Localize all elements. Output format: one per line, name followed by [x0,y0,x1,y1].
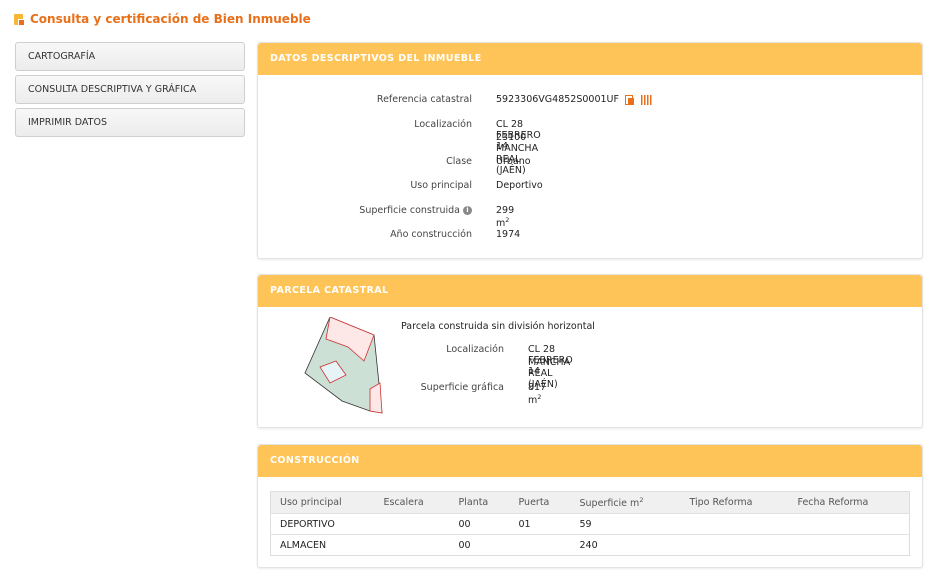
datos-descriptivos-panel: DATOS DESCRIPTIVOS DEL INMUEBLE Referenc… [257,42,923,259]
table-cell: 01 [509,513,571,535]
column-header-superficie-sup: 2 [639,495,644,504]
parcela-superficie-unit-sup: 2 [537,393,542,401]
column-header-planta: Planta [449,491,510,514]
table-header-row: Uso principal Escalera Planta Puerta Sup… [270,491,910,514]
localizacion-label: Localización [414,119,472,130]
sidebar-item-cartografia[interactable]: CARTOGRAFÍA [15,42,245,71]
superficie-construida-label: Superficie construida [359,205,460,216]
column-header-puerta: Puerta [509,491,571,514]
datos-descriptivos-header: DATOS DESCRIPTIVOS DEL INMUEBLE [258,43,922,75]
column-header-tipo-reforma: Tipo Reforma [680,491,789,514]
parcela-descripcion: Parcela construida sin división horizont… [401,321,595,332]
table-cell [680,534,789,556]
barcode-icon[interactable] [641,94,654,105]
copy-icon[interactable] [625,94,635,105]
info-icon[interactable]: i [463,206,472,215]
table-cell: 00 [449,534,510,556]
table-cell: 00 [449,513,510,535]
column-header-superficie: Superficie m2 [570,491,681,514]
parcela-map [304,317,383,414]
construccion-header: CONSTRUCCIÓN [258,445,922,477]
page-title: Consulta y certificación de Bien Inmuebl… [14,12,311,26]
column-header-fecha-reforma: Fecha Reforma [788,491,910,514]
sidebar-item-consulta-descriptiva[interactable]: CONSULTA DESCRIPTIVA Y GRÁFICA [15,75,245,104]
table-cell [788,513,910,535]
anio-construccion-value: 1974 [496,229,521,240]
table-cell [374,534,450,556]
column-header-superficie-text: Superficie m [579,498,640,510]
table-cell [509,534,571,556]
parcela-catastral-panel: PARCELA CATASTRAL Parcela construida sin… [257,274,923,428]
table-row: DEPORTIVO 00 01 59 [270,513,910,535]
construccion-table: Uso principal Escalera Planta Puerta Sup… [270,491,910,556]
table-cell: 59 [570,513,681,535]
clase-label: Clase [446,156,472,167]
clase-value: Urbano [496,156,531,167]
referencia-value: 5923306VG4852S0001UF [496,94,619,105]
uso-principal-label: Uso principal [410,180,472,191]
localizacion-line2: 23100 MANCHA REAL (JAÉN) [496,132,539,176]
anio-construccion-label: Año construcción [390,229,472,240]
superficie-unit-sup: 2 [505,216,510,224]
referencia-label: Referencia catastral [376,94,472,105]
document-icon [14,13,25,26]
sidebar: CARTOGRAFÍA CONSULTA DESCRIPTIVA Y GRÁFI… [15,42,245,141]
parcela-localizacion-label: Localización [446,344,504,355]
table-cell [680,513,789,535]
table-cell: DEPORTIVO [270,513,375,535]
sidebar-item-imprimir-datos[interactable]: IMPRIMIR DATOS [15,108,245,137]
table-cell [788,534,910,556]
column-header-escalera: Escalera [374,491,450,514]
table-row: ALMACEN 00 240 [270,534,910,556]
table-cell: ALMACEN [270,534,375,556]
column-header-uso: Uso principal [270,491,375,514]
page-title-text: Consulta y certificación de Bien Inmuebl… [30,12,311,26]
uso-principal-value: Deportivo [496,180,543,191]
parcela-superficie-label: Superficie gráfica [420,382,504,393]
parcela-catastral-header: PARCELA CATASTRAL [258,275,922,307]
table-cell: 240 [570,534,681,556]
table-cell [374,513,450,535]
construccion-panel: CONSTRUCCIÓN Uso principal Escalera Plan… [257,444,923,568]
